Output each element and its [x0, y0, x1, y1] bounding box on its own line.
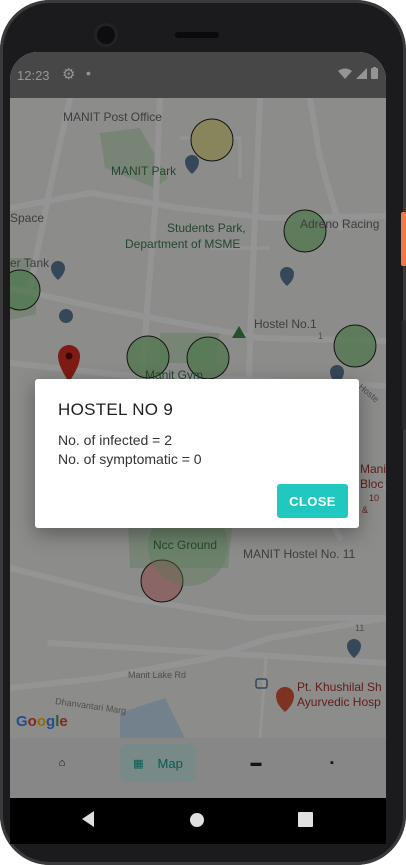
back-icon[interactable] — [80, 810, 96, 828]
phone-frame: 12:23 ⚙ • MANIT Post Office MANIT Park S… — [0, 0, 406, 865]
close-button[interactable]: CLOSE — [277, 484, 348, 518]
home-circle-icon[interactable] — [189, 812, 205, 828]
dialog-symptomatic-count: No. of symptomatic = 0 — [58, 451, 202, 467]
system-navigation-bar — [10, 798, 386, 844]
dialog-title: HOSTEL NO 9 — [58, 400, 174, 419]
power-button — [401, 212, 406, 266]
hostel-info-dialog: HOSTEL NO 9 No. of infected = 2 No. of s… — [35, 379, 359, 528]
recents-icon[interactable] — [298, 812, 313, 827]
volume-button — [402, 320, 406, 430]
dialog-infected-count: No. of infected = 2 — [58, 432, 173, 448]
earpiece-speaker — [175, 32, 219, 38]
front-camera — [97, 26, 115, 44]
